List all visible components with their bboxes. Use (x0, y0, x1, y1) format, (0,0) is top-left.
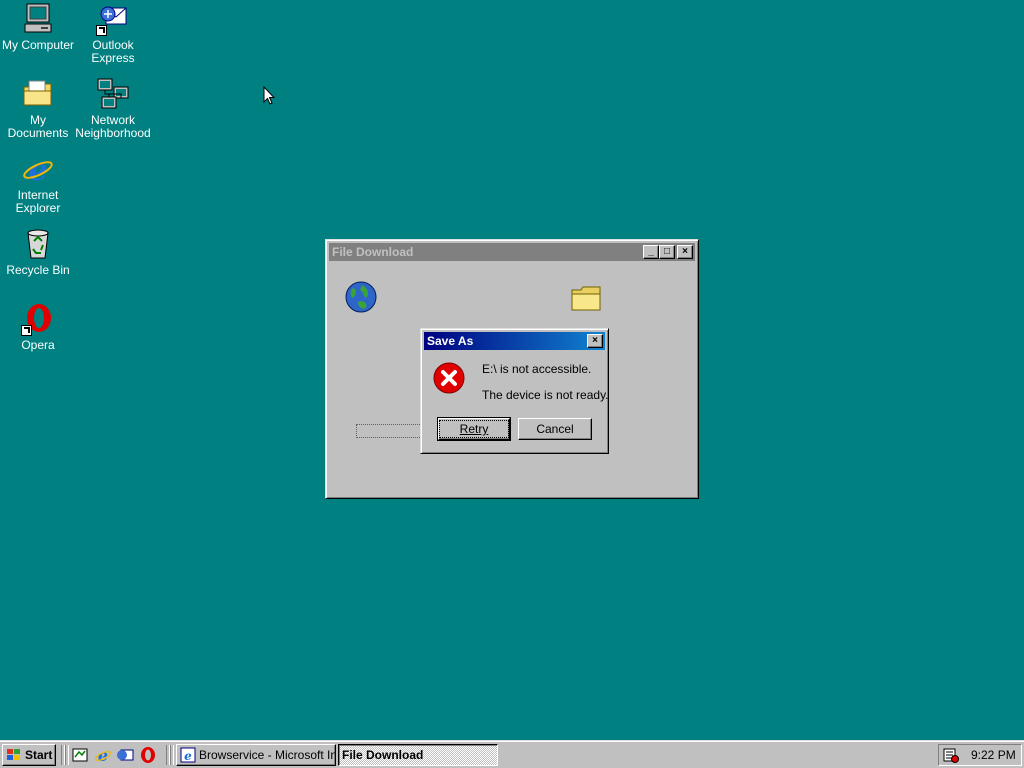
progress-bar (356, 424, 426, 438)
desktop-icon-outlook-express[interactable]: Outlook Express (75, 2, 151, 65)
opera-icon (21, 302, 55, 336)
close-icon: × (592, 335, 598, 346)
windows-logo-icon (7, 749, 20, 760)
desktop-icon-my-computer[interactable]: My Computer (0, 2, 76, 52)
taskbar-item-file-download[interactable]: File Download (338, 744, 498, 766)
shortcut-arrow-icon (21, 325, 32, 336)
desktop-icon-my-documents[interactable]: My Documents (0, 77, 76, 140)
opera-quick-launch-icon[interactable] (139, 746, 157, 764)
close-button[interactable]: × (587, 334, 603, 348)
window-title: File Download (332, 245, 414, 259)
svg-text:e: e (184, 749, 192, 763)
show-desktop-icon[interactable] (71, 746, 89, 764)
taskbar-item-browservice[interactable]: e Browservice - Microsoft Int... (176, 744, 336, 766)
close-icon: × (682, 246, 688, 257)
maximize-icon: □ (663, 246, 671, 257)
minimize-icon: _ (648, 246, 654, 257)
outlook-express-quick-launch-icon[interactable] (116, 746, 134, 764)
minimize-button[interactable]: _ (643, 245, 659, 259)
desktop-icon-opera[interactable]: Opera (0, 302, 76, 352)
network-neighborhood-icon (96, 77, 130, 111)
save-as-dialog[interactable]: Save As × E:\ is not accessible. The dev… (420, 328, 609, 454)
shortcut-arrow-icon (96, 25, 107, 36)
taskbar: Start e e Browservice - Microsoft Int...… (0, 740, 1024, 768)
dialog-title: Save As (427, 334, 474, 348)
start-label: Start (25, 748, 53, 762)
desktop-icon-label: Internet Explorer (15, 188, 61, 215)
clock[interactable]: 9:22 PM (971, 748, 1016, 762)
error-message-line2: The device is not ready. (482, 388, 609, 402)
taskbar-separator (65, 745, 69, 765)
svg-text:e: e (28, 153, 47, 186)
retry-button[interactable]: Retry (437, 417, 511, 441)
desktop-icon-recycle-bin[interactable]: Recycle Bin (0, 227, 76, 277)
retry-button-label: Retry (438, 420, 510, 438)
folder-icon (571, 286, 601, 311)
cancel-button-label: Cancel (536, 422, 574, 436)
taskbar-separator (170, 745, 174, 765)
cancel-button[interactable]: Cancel (518, 418, 592, 440)
my-computer-icon (21, 2, 55, 36)
desktop-icon-internet-explorer[interactable]: e Internet Explorer (0, 152, 76, 215)
error-message-line1: E:\ is not accessible. (482, 362, 592, 376)
system-tray: 9:22 PM (938, 744, 1022, 766)
globe-icon (345, 281, 377, 313)
desktop-icon-label: Outlook Express (91, 38, 135, 65)
desktop-icon-label: Network Neighborhood (75, 113, 151, 140)
outlook-express-icon (96, 2, 130, 36)
mouse-cursor-icon (263, 86, 275, 105)
error-icon (433, 362, 465, 394)
desktop-icon-label: Recycle Bin (6, 263, 70, 277)
desktop[interactable]: My Computer Outlook Express My Documents (0, 0, 1024, 740)
maximize-button[interactable]: □ (659, 245, 675, 259)
desktop-icon-label: My Documents (7, 113, 69, 140)
save-as-titlebar[interactable]: Save As × (424, 332, 605, 350)
taskbar-item-label: Browservice - Microsoft Int... (199, 748, 336, 762)
close-button[interactable]: × (677, 245, 693, 259)
file-download-titlebar[interactable]: File Download _ □ × (329, 243, 695, 261)
taskbar-item-label: File Download (342, 748, 424, 762)
start-button[interactable]: Start (2, 744, 56, 766)
internet-explorer-icon: e (180, 747, 196, 763)
internet-explorer-quick-launch-icon[interactable]: e (94, 746, 112, 764)
internet-explorer-icon: e (21, 152, 55, 188)
desktop-icon-label: My Computer (1, 38, 75, 52)
recycle-bin-icon (21, 227, 55, 261)
desktop-icon-label: Opera (21, 338, 55, 352)
my-documents-icon (21, 77, 55, 111)
scheduler-tray-icon[interactable] (943, 747, 959, 763)
desktop-icon-network-neighborhood[interactable]: Network Neighborhood (75, 77, 151, 140)
